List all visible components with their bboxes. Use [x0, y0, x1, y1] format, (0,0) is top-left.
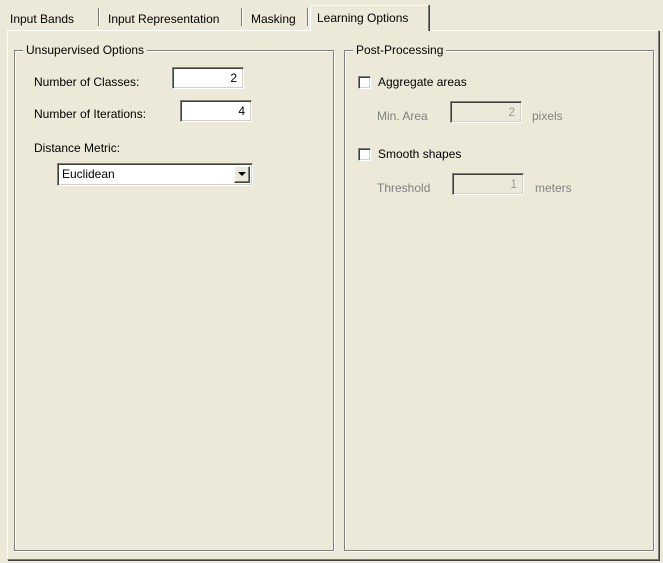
- chevron-down-icon[interactable]: [234, 166, 250, 183]
- unsupervised-options-group: Unsupervised Options Number of Classes: …: [14, 43, 334, 551]
- unsupervised-options-title: Unsupervised Options: [23, 43, 148, 57]
- post-processing-group: Post-Processing Aggregate areas Min. Are…: [344, 43, 654, 551]
- aggregate-areas-checkbox[interactable]: [358, 76, 371, 89]
- number-of-iterations-label: Number of Iterations:: [34, 107, 147, 121]
- smooth-shapes-checkbox[interactable]: [358, 148, 371, 161]
- threshold-label: Threshold: [377, 181, 431, 195]
- threshold-input[interactable]: [452, 173, 524, 195]
- tab-page-learning-options: Unsupervised Options Number of Classes: …: [7, 30, 659, 560]
- tab-separator: [241, 8, 243, 26]
- learning-options-dialog: Input Bands Input Representation Masking…: [0, 0, 663, 563]
- min-area-unit: pixels: [532, 109, 563, 123]
- distance-metric-select[interactable]: Euclidean: [57, 163, 253, 186]
- tab-separator: [307, 8, 309, 26]
- tab-input-bands[interactable]: Input Bands: [6, 9, 78, 29]
- distance-metric-label: Distance Metric:: [34, 141, 121, 155]
- aggregate-areas-label[interactable]: Aggregate areas: [378, 74, 467, 90]
- tab-masking[interactable]: Masking: [247, 9, 300, 29]
- min-area-input[interactable]: [450, 101, 522, 123]
- tab-separator: [98, 8, 100, 26]
- tab-learning-options[interactable]: Learning Options: [310, 5, 429, 31]
- tab-input-representation[interactable]: Input Representation: [104, 9, 223, 29]
- distance-metric-value: Euclidean: [62, 167, 115, 181]
- number-of-classes-label: Number of Classes:: [34, 75, 140, 89]
- min-area-label: Min. Area: [377, 109, 428, 123]
- number-of-iterations-input[interactable]: [180, 100, 252, 122]
- smooth-shapes-label[interactable]: Smooth shapes: [378, 146, 461, 162]
- number-of-classes-input[interactable]: [172, 67, 244, 89]
- post-processing-title: Post-Processing: [353, 43, 447, 57]
- threshold-unit: meters: [535, 181, 572, 195]
